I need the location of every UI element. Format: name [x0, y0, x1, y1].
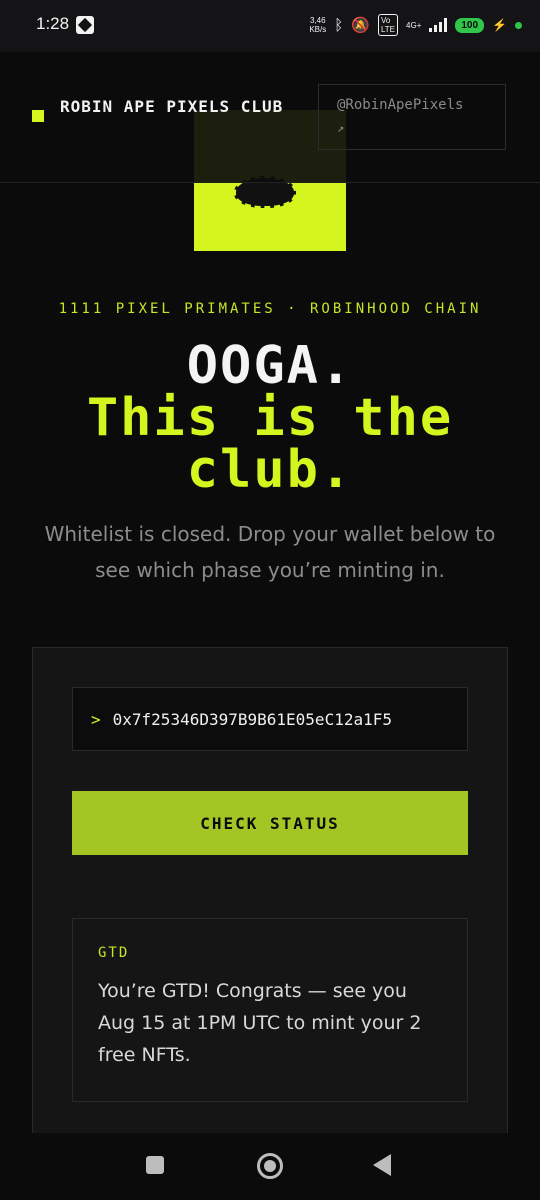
- status-time: 1:28: [36, 14, 70, 33]
- signal-icon: [429, 18, 448, 32]
- brand-name[interactable]: ROBIN APE PIXELS CLUB: [60, 99, 300, 115]
- hero-title: OOGA. This is the club.: [0, 340, 540, 496]
- prompt-icon: >: [91, 709, 101, 729]
- brand-logo-icon: [32, 110, 44, 122]
- result-message: You’re GTD! Congrats — see you Aug 15 at…: [98, 980, 422, 1066]
- hero-kicker: 1111 PIXEL PRIMATES · ROBINHOOD CHAIN: [58, 301, 482, 317]
- home-icon[interactable]: [257, 1153, 283, 1179]
- privacy-dot-icon: [515, 21, 522, 29]
- twitter-handle-link[interactable]: @RobinApePixels ↗: [318, 84, 506, 150]
- back-icon[interactable]: [373, 1154, 391, 1176]
- status-icons: 3,46 KB/s ᛒ 🔕 Vo LTE 4G+ 100 ⚡: [309, 14, 522, 36]
- hero-title-line-2: This is the: [86, 388, 454, 448]
- network-type: 4G+: [406, 20, 422, 30]
- status-bar: 1:28 3,46 KB/s ᛒ 🔕 Vo LTE 4G+ 100 ⚡: [0, 0, 540, 52]
- wallet-address-input[interactable]: > 0x7f25346D397B9B61E05eC12a1F5: [72, 687, 468, 751]
- app-notification-icon: [76, 16, 94, 34]
- net-speed: 3,46 KB/s: [309, 16, 327, 34]
- bluetooth-icon: ᛒ: [334, 16, 344, 34]
- wallet-address-value: 0x7f25346D397B9B61E05eC12a1F5: [112, 709, 392, 729]
- external-link-icon: ↗: [337, 121, 345, 135]
- result-phase-tag: GTD: [98, 945, 130, 961]
- hero-title-line-1: OOGA.: [186, 336, 354, 396]
- volte-badge: Vo LTE: [377, 14, 399, 36]
- mute-icon: 🔕: [351, 17, 370, 34]
- recents-icon[interactable]: [146, 1156, 164, 1174]
- charging-icon: ⚡: [492, 18, 507, 32]
- hero-description: Whitelist is closed. Drop your wallet be…: [44, 522, 496, 582]
- hero-title-line-3: club.: [186, 440, 354, 500]
- result-panel: GTD You’re GTD! Congrats — see you Aug 1…: [72, 918, 468, 1102]
- check-status-button[interactable]: CHECK STATUS: [72, 791, 468, 855]
- twitter-handle-text: @RobinApePixels: [337, 97, 464, 113]
- battery-level: 100: [455, 17, 485, 33]
- system-nav-bar: [0, 1133, 540, 1200]
